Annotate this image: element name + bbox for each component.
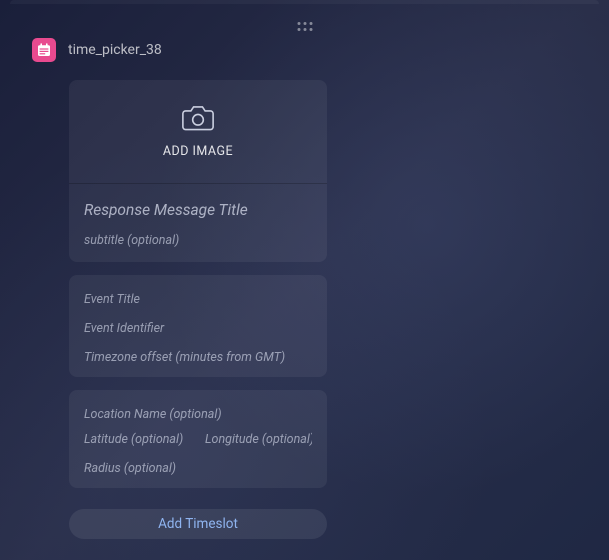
response-message-card: ADD IMAGE bbox=[69, 80, 327, 262]
location-details-card bbox=[69, 390, 327, 488]
longitude-input[interactable] bbox=[205, 432, 312, 447]
component-title: time_picker_38 bbox=[68, 42, 162, 58]
radius-input[interactable] bbox=[84, 461, 312, 476]
latitude-input[interactable] bbox=[84, 432, 191, 447]
event-identifier-input[interactable] bbox=[84, 321, 312, 336]
add-image-label: ADD IMAGE bbox=[163, 144, 233, 159]
response-title-input[interactable] bbox=[84, 201, 312, 219]
add-timeslot-button[interactable]: Add Timeslot bbox=[69, 509, 327, 539]
response-subtitle-input[interactable] bbox=[84, 233, 312, 248]
add-image-button[interactable]: ADD IMAGE bbox=[69, 80, 327, 184]
camera-icon bbox=[182, 104, 214, 132]
calendar-icon bbox=[32, 38, 56, 62]
timezone-offset-input[interactable] bbox=[84, 350, 312, 365]
drag-handle-icon[interactable] bbox=[297, 22, 312, 31]
event-title-input[interactable] bbox=[84, 292, 312, 307]
event-details-card bbox=[69, 275, 327, 377]
location-name-input[interactable] bbox=[84, 407, 312, 422]
component-header: time_picker_38 bbox=[0, 0, 609, 62]
